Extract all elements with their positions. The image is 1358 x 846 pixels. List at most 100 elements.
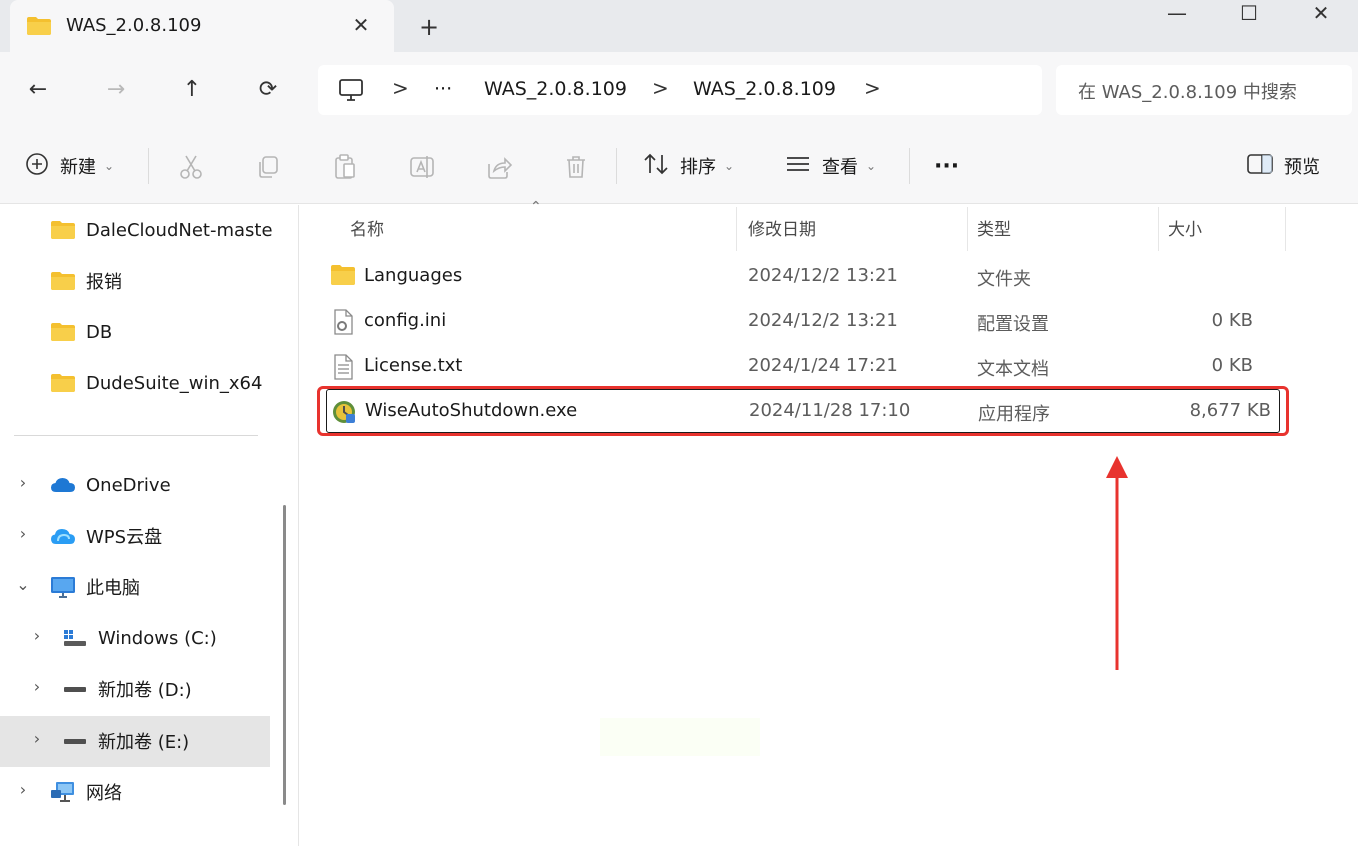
breadcrumb-item[interactable]: WAS_2.0.8.109: [693, 78, 836, 100]
column-divider[interactable]: [1158, 207, 1159, 251]
breadcrumb-overflow[interactable]: ···: [434, 78, 452, 100]
cut-icon[interactable]: [176, 152, 206, 182]
plus-circle-icon: [24, 151, 50, 182]
navigation-pane: DaleCloudNet-maste 报销 DB DudeSuite_win_x…: [0, 205, 298, 846]
tab-title: WAS_2.0.8.109: [66, 15, 202, 36]
watermark: [600, 718, 760, 756]
chevron-right-icon[interactable]: ›: [28, 626, 46, 645]
chevron-down-icon: ⌄: [104, 159, 115, 173]
chevron-right-icon[interactable]: ›: [28, 729, 46, 748]
annotation-highlight-box: [317, 386, 1289, 436]
maximize-button[interactable]: ☐: [1214, 0, 1284, 30]
breadcrumb-separator: >: [392, 76, 409, 100]
sidebar-item-this-pc[interactable]: 此电脑: [50, 564, 272, 610]
sidebar-item-folder[interactable]: DaleCloudNet-maste: [50, 207, 272, 253]
column-divider[interactable]: [967, 207, 968, 251]
column-header-date[interactable]: 修改日期: [748, 215, 816, 240]
sidebar-item-folder[interactable]: 报销: [50, 258, 272, 304]
breadcrumb-separator: >: [864, 76, 881, 100]
settings-file-icon: [330, 309, 356, 340]
sidebar-item-label: 报销: [86, 272, 122, 293]
share-icon[interactable]: [484, 152, 514, 182]
search-input[interactable]: 在 WAS_2.0.8.109 中搜索: [1056, 65, 1352, 115]
minimize-button[interactable]: —: [1142, 0, 1212, 30]
preview-pane-button[interactable]: 预览: [1246, 148, 1320, 184]
preview-pane-icon: [1246, 152, 1274, 181]
chevron-down-icon[interactable]: ⌄: [14, 575, 32, 594]
sidebar-item-onedrive[interactable]: OneDrive: [50, 462, 272, 508]
sidebar-item-label: WPS云盘: [86, 527, 163, 548]
sidebar-item-wps-cloud[interactable]: WPS云盘: [50, 513, 272, 559]
chevron-right-icon[interactable]: ›: [28, 677, 46, 696]
title-bar: WAS_2.0.8.109 ✕ + — ☐ ✕: [0, 0, 1358, 52]
column-header-type[interactable]: 类型: [977, 215, 1011, 240]
command-bar: 新建 ⌄ 排序 ⌄ 查看 ⌄ ··· 预览: [0, 128, 1358, 204]
drive-icon: [62, 678, 88, 700]
sort-label: 排序: [680, 157, 716, 178]
sidebar-item-drive-c[interactable]: Windows (C:): [62, 615, 272, 661]
sidebar-item-drive-e[interactable]: 新加卷 (E:): [62, 718, 272, 764]
text-file-icon: [330, 354, 356, 385]
view-button[interactable]: 查看 ⌄: [784, 148, 876, 184]
up-button[interactable]: ↑: [170, 68, 214, 112]
file-size: 0 KB: [1211, 355, 1253, 376]
back-button[interactable]: ←: [16, 68, 60, 112]
tab-was[interactable]: WAS_2.0.8.109 ✕: [10, 0, 394, 52]
sort-button[interactable]: 排序 ⌄: [642, 148, 734, 184]
new-label: 新建: [60, 157, 96, 178]
close-button[interactable]: ✕: [1286, 0, 1356, 30]
chevron-right-icon[interactable]: ›: [14, 473, 32, 492]
sidebar-item-label: DaleCloudNet-maste: [86, 219, 272, 241]
folder-icon: [26, 16, 52, 40]
sidebar-item-folder[interactable]: DudeSuite_win_x64: [50, 360, 272, 406]
new-button[interactable]: 新建 ⌄: [24, 148, 114, 184]
forward-button[interactable]: →: [94, 68, 138, 112]
preview-label: 预览: [1284, 157, 1320, 178]
table-row[interactable]: config.ini 2024/12/2 13:21 配置设置 0 KB: [320, 300, 1288, 344]
sidebar-item-label: 网络: [86, 783, 122, 804]
file-date: 2024/12/2 13:21: [748, 310, 898, 331]
folder-icon: [330, 264, 356, 291]
paste-icon[interactable]: [330, 152, 360, 182]
chevron-right-icon[interactable]: ›: [14, 780, 32, 799]
address-row: ← → ↑ ⟳ > ··· WAS_2.0.8.109 > WAS_2.0.8.…: [0, 52, 1358, 128]
more-options-button[interactable]: ···: [934, 148, 959, 184]
divider: [909, 148, 910, 184]
pane-divider[interactable]: [298, 205, 299, 846]
scrollbar[interactable]: [283, 505, 286, 805]
sidebar-item-drive-d[interactable]: 新加卷 (D:): [62, 666, 272, 712]
monitor-icon: [338, 77, 364, 107]
column-divider[interactable]: [736, 207, 737, 251]
sidebar-item-label: DB: [86, 321, 113, 343]
folder-icon: [50, 372, 76, 394]
address-bar[interactable]: > ··· WAS_2.0.8.109 > WAS_2.0.8.109 >: [318, 65, 1042, 115]
annotation-arrow-icon: [1106, 456, 1128, 670]
sidebar-item-label: Windows (C:): [98, 627, 217, 649]
sidebar-item-folder[interactable]: DB: [50, 309, 272, 355]
tab-close-button[interactable]: ✕: [348, 12, 374, 38]
chevron-down-icon: ⌄: [866, 159, 877, 173]
table-row[interactable]: License.txt 2024/1/24 17:21 文本文档 0 KB: [320, 345, 1288, 389]
folder-icon: [50, 219, 76, 241]
column-header-name[interactable]: 名称: [350, 215, 384, 240]
delete-icon[interactable]: [561, 152, 591, 182]
new-tab-button[interactable]: +: [414, 12, 444, 42]
column-divider[interactable]: [1285, 207, 1286, 251]
copy-icon[interactable]: [253, 152, 283, 182]
folder-icon: [50, 270, 76, 292]
folder-icon: [50, 321, 76, 343]
computer-icon: [50, 576, 76, 598]
chevron-down-icon: ⌄: [724, 159, 735, 173]
table-row[interactable]: Languages 2024/12/2 13:21 文件夹: [320, 255, 1288, 299]
sidebar-item-label: 新加卷 (D:): [98, 680, 192, 701]
divider: [148, 148, 149, 184]
sidebar-item-network[interactable]: 网络: [50, 769, 272, 815]
file-list: ⌃ 名称 修改日期 类型 大小 Languages 2024/12/2 13:2…: [300, 199, 1358, 846]
chevron-right-icon[interactable]: ›: [14, 524, 32, 543]
refresh-button[interactable]: ⟳: [246, 68, 290, 112]
search-placeholder: 在 WAS_2.0.8.109 中搜索: [1078, 82, 1297, 103]
drive-icon: [62, 730, 88, 752]
column-header-size[interactable]: 大小: [1168, 215, 1202, 240]
breadcrumb-item[interactable]: WAS_2.0.8.109: [484, 78, 627, 100]
rename-icon[interactable]: [407, 152, 437, 182]
